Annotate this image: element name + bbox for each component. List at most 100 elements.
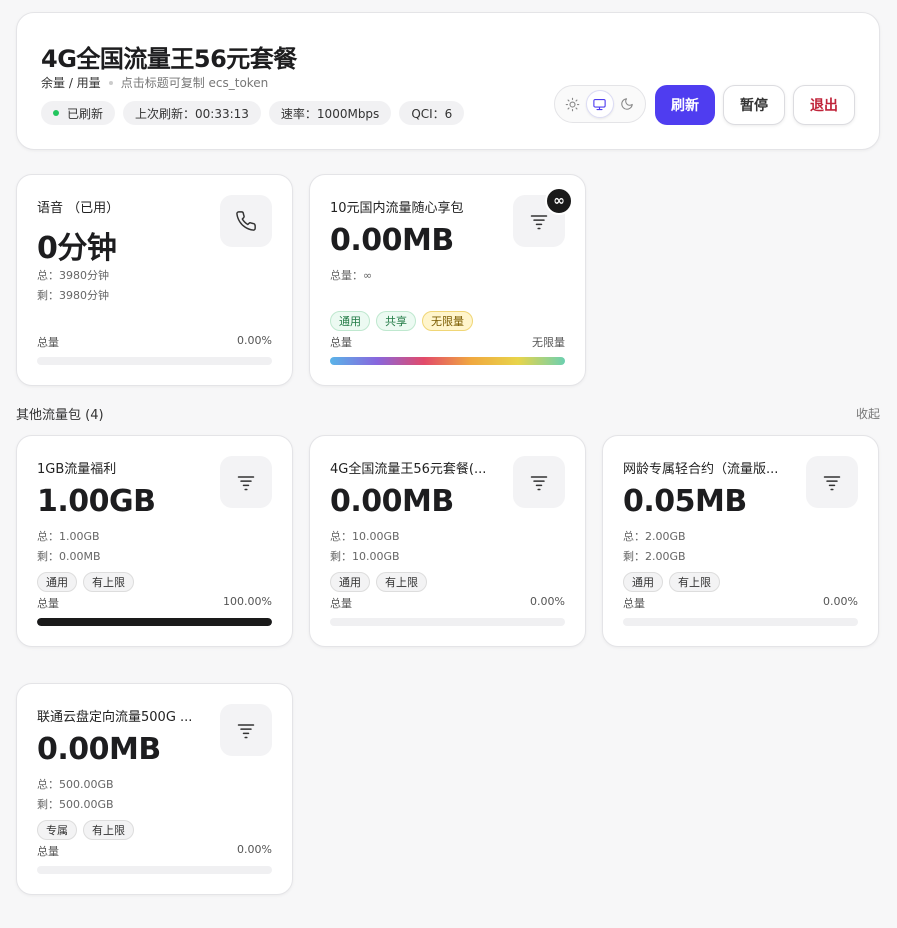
tag: 有上限 [83, 820, 134, 840]
theme-light-button[interactable] [559, 90, 586, 118]
header-panel: 4G全国流量王56元套餐 余量 / 用量 点击标题可复制 ecs_token 已… [16, 12, 880, 150]
subtitle-mode: 余量 / 用量 [41, 76, 101, 90]
progress-bar [37, 618, 272, 626]
status-chip: 已刷新 [41, 101, 116, 125]
package-card: 1GB流量福利 1.00GB 总：1.00GB 剩：0.00MB 通用 有上限 … [16, 435, 293, 647]
card-title: 网龄专属轻合约（流量版... [623, 462, 779, 477]
card-value: 0.00MB [330, 484, 454, 519]
status-dot [53, 110, 59, 116]
package-title[interactable]: 4G全国流量王56元套餐 [41, 39, 297, 74]
progress-bar [330, 357, 565, 365]
card-title: 联通云盘定向流量500G ... [37, 710, 193, 725]
card-icon-box [220, 704, 272, 756]
tag: 通用 [37, 572, 77, 592]
card-remaining: 剩：2.00GB [623, 550, 686, 563]
card-remaining: 剩：0.00MB [37, 550, 101, 563]
status-text: 已刷新 [67, 106, 104, 121]
progress-percent: 无限量 [532, 336, 565, 349]
pause-button[interactable]: 暂停 [723, 85, 785, 125]
card-value: 0.00MB [330, 223, 454, 258]
card-icon-box [220, 195, 272, 247]
tag: 通用 [623, 572, 663, 592]
filter-icon [823, 476, 841, 491]
separator-dot [108, 80, 113, 85]
progress-percent: 0.00% [823, 595, 858, 608]
card-total: 总：10.00GB [330, 530, 400, 543]
progress-label: 总量 [37, 597, 59, 610]
subtitle: 余量 / 用量 点击标题可复制 ecs_token [41, 74, 268, 91]
tag: 专属 [37, 820, 77, 840]
tag-list: 通用 有上限 [623, 572, 720, 592]
progress-label: 总量 [330, 597, 352, 610]
card-total: 总：500.00GB [37, 778, 114, 791]
filter-icon [530, 215, 548, 230]
card-value: 0.00MB [37, 732, 161, 767]
tag: 有上限 [669, 572, 720, 592]
unlimited-package-card: 10元国内流量随心享包 0.00MB ∞ 总量：∞ 通用 共享 无限量 总量 无… [309, 174, 586, 386]
progress-bar [330, 618, 565, 626]
card-title: 10元国内流量随心享包 [330, 201, 464, 216]
card-remaining: 剩：10.00GB [330, 550, 400, 563]
card-value: 1.00GB [37, 484, 156, 519]
card-title: 4G全国流量王56元套餐(... [330, 462, 487, 477]
infinity-badge: ∞ [545, 187, 573, 215]
progress-percent: 100.00% [223, 595, 272, 608]
card-title: 1GB流量福利 [37, 462, 117, 477]
tag: 无限量 [422, 311, 473, 331]
theme-switch [554, 85, 646, 123]
progress-bar [623, 618, 858, 626]
card-remaining: 剩：500.00GB [37, 798, 114, 811]
package-card: 4G全国流量王56元套餐(... 0.00MB 总：10.00GB 剩：10.0… [309, 435, 586, 647]
progress-bar [37, 357, 272, 365]
theme-system-button[interactable] [586, 90, 614, 118]
voice-card: 语音 （已用） 0分钟 总：3980分钟 剩：3980分钟 总量 0.00% [16, 174, 293, 386]
card-title: 语音 （已用） [37, 201, 120, 216]
qci-chip: QCI：6 [399, 101, 465, 125]
card-remaining: 剩：3980分钟 [37, 289, 109, 302]
tag: 通用 [330, 572, 370, 592]
progress-percent: 0.00% [237, 843, 272, 856]
card-icon-box [513, 456, 565, 508]
card-total: 总：2.00GB [623, 530, 686, 543]
theme-dark-button[interactable] [614, 90, 641, 118]
status-chips: 已刷新 上次刷新：00:33:13 速率：1000Mbps QCI：6 [41, 101, 465, 125]
tag-list: 专属 有上限 [37, 820, 134, 840]
card-value: 0.05MB [623, 484, 747, 519]
rate-chip: 速率：1000Mbps [268, 101, 392, 125]
card-icon-box [220, 456, 272, 508]
progress-label: 总量 [623, 597, 645, 610]
progress-label: 总量 [330, 336, 352, 349]
progress-label: 总量 [37, 845, 59, 858]
sun-icon [565, 97, 580, 111]
card-total: 总量：∞ [330, 269, 373, 282]
logout-button[interactable]: 退出 [793, 85, 855, 125]
filter-icon [237, 724, 255, 739]
filter-icon [237, 476, 255, 491]
package-card: 网龄专属轻合约（流量版... 0.05MB 总：2.00GB 剩：2.00GB … [602, 435, 879, 647]
package-card: 联通云盘定向流量500G ... 0.00MB 总：500.00GB 剩：500… [16, 683, 293, 895]
phone-icon [236, 211, 256, 231]
tag-list: 通用 有上限 [37, 572, 134, 592]
progress-bar [37, 866, 272, 874]
progress-percent: 0.00% [530, 595, 565, 608]
tag: 有上限 [83, 572, 134, 592]
refresh-button[interactable]: 刷新 [655, 85, 715, 125]
tag-list: 通用 有上限 [330, 572, 427, 592]
tag: 通用 [330, 311, 370, 331]
last-refresh-chip: 上次刷新：00:33:13 [123, 101, 261, 125]
section-title: 其他流量包 (4) [16, 408, 104, 423]
progress-percent: 0.00% [237, 334, 272, 347]
progress-fill [37, 618, 272, 626]
tag: 有上限 [376, 572, 427, 592]
filter-icon [530, 476, 548, 491]
collapse-toggle[interactable]: 收起 [856, 405, 880, 422]
card-icon-box [806, 456, 858, 508]
card-total: 总：3980分钟 [37, 269, 109, 282]
tag: 共享 [376, 311, 416, 331]
monitor-icon [593, 98, 607, 110]
card-value: 0分钟 [37, 231, 117, 266]
card-total: 总：1.00GB [37, 530, 100, 543]
progress-label: 总量 [37, 336, 59, 349]
tag-list: 通用 共享 无限量 [330, 311, 473, 331]
subtitle-hint: 点击标题可复制 ecs_token [120, 76, 269, 90]
